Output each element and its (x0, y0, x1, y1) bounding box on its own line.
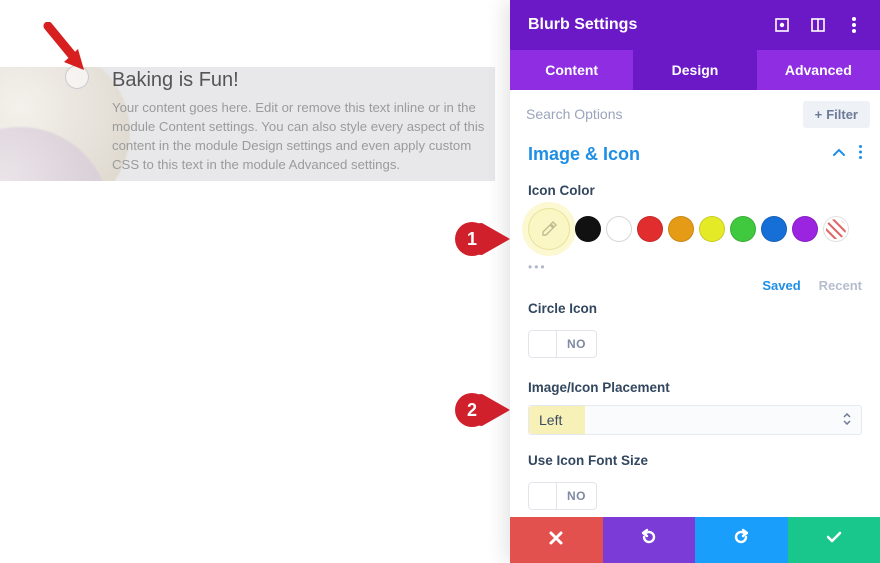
undo-icon (640, 528, 658, 552)
label-icon-color: Icon Color (528, 183, 862, 198)
chevron-sort-icon (843, 412, 851, 428)
swatch-red[interactable] (637, 216, 663, 242)
color-swatch-row (528, 208, 862, 250)
swatch-yellow[interactable] (699, 216, 725, 242)
annotation-arrow (42, 22, 92, 76)
section-title[interactable]: Image & Icon (528, 144, 640, 165)
tab-design[interactable]: Design (633, 50, 756, 90)
panel-tabs: Content Design Advanced (510, 50, 880, 90)
page-canvas: Baking is Fun! Your content goes here. E… (0, 0, 495, 563)
label-placement: Image/Icon Placement (528, 380, 862, 395)
check-icon (825, 528, 843, 552)
swatch-black[interactable] (575, 216, 601, 242)
toggle-circle-icon[interactable]: NO (528, 330, 597, 358)
toggle-knob (529, 331, 557, 357)
swatch-none[interactable] (823, 216, 849, 242)
panel-header: Blurb Settings (510, 0, 880, 50)
save-button[interactable] (788, 517, 880, 563)
label-circle-icon: Circle Icon (528, 301, 862, 316)
recent-tab[interactable]: Recent (819, 278, 862, 293)
cancel-button[interactable] (510, 517, 603, 563)
select-value: Left (539, 412, 562, 428)
select-placement[interactable]: Left (528, 405, 862, 435)
panel-footer (510, 517, 880, 563)
label-use-font-size: Use Icon Font Size (528, 453, 862, 468)
redo-icon (732, 528, 750, 552)
search-input[interactable] (520, 100, 793, 128)
toggle-use-font-size[interactable]: NO (528, 482, 597, 510)
blurb-title: Baking is Fun! (112, 69, 487, 92)
toggle-no-label: NO (557, 337, 596, 351)
section-image-icon: Image & Icon Icon Color ••• Saved Recent (510, 138, 880, 524)
kebab-icon[interactable] (846, 17, 862, 33)
settings-panel: Blurb Settings Content Design Advanced +… (510, 0, 880, 563)
more-colors-dots[interactable]: ••• (528, 260, 862, 274)
saved-tab[interactable]: Saved (762, 278, 800, 293)
swatch-orange[interactable] (668, 216, 694, 242)
section-kebab-icon[interactable] (859, 145, 862, 164)
blurb-body: Your content goes here. Edit or remove t… (112, 98, 487, 175)
chevron-up-icon[interactable] (833, 146, 845, 164)
filter-button[interactable]: + Filter (803, 101, 870, 128)
redo-button[interactable] (695, 517, 788, 563)
plus-icon: + (815, 107, 823, 122)
swatch-eyedropper[interactable] (528, 208, 570, 250)
swatch-white[interactable] (606, 216, 632, 242)
swatch-blue[interactable] (761, 216, 787, 242)
tab-content[interactable]: Content (510, 50, 633, 90)
saved-recent-row: Saved Recent (528, 278, 862, 293)
toggle-knob-2 (529, 483, 557, 509)
toggle-no-label-2: NO (557, 489, 596, 503)
swatch-purple[interactable] (792, 216, 818, 242)
snap-icon[interactable] (810, 17, 826, 33)
panel-title: Blurb Settings (528, 16, 637, 34)
search-row: + Filter (510, 90, 880, 138)
close-icon (548, 529, 564, 552)
tab-advanced[interactable]: Advanced (757, 50, 880, 90)
undo-button[interactable] (603, 517, 696, 563)
swatch-green[interactable] (730, 216, 756, 242)
expand-icon[interactable] (774, 17, 790, 33)
filter-label: Filter (826, 107, 858, 122)
